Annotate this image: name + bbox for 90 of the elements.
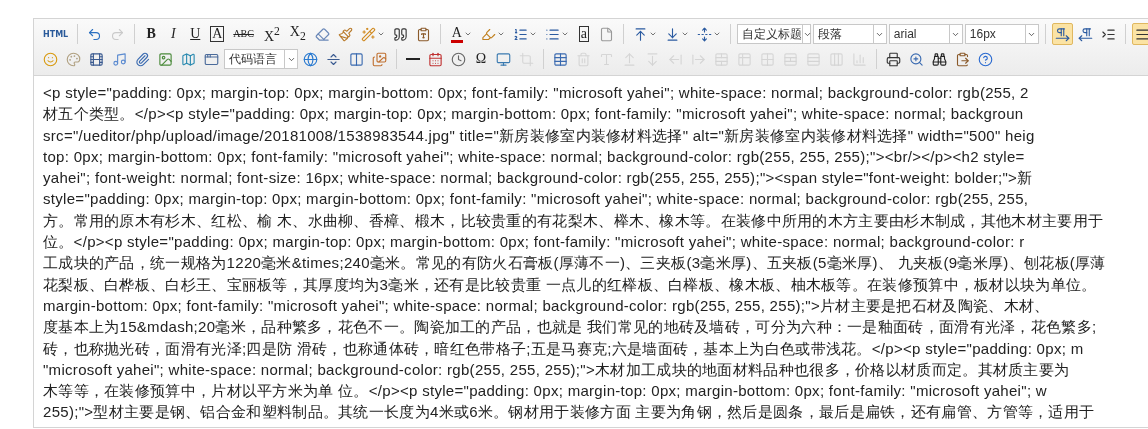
caret-icon (463, 30, 472, 38)
binoculars-icon (932, 51, 947, 67)
caret-icon (376, 30, 385, 38)
source-code-line: src="/ueditor/php/upload/image/20181008/1538983544.jpg" title="新房装修室内装修材料选择" alt="新房装修室内装修材料选择" width="500" heig (43, 125, 1036, 146)
format-button[interactable]: I (163, 23, 184, 45)
delete-table-icon (576, 51, 591, 67)
caret-icon (680, 30, 689, 38)
smiley-icon (43, 51, 58, 67)
clipboard-icon (415, 26, 431, 42)
printer-icon (886, 51, 901, 67)
source-code-line: 位。</p><p style="padding: 0px; margin-top: 0px; margin-bottom: 0px; font-family: "microsoft yahei"; white-space: normal; background-color: r (43, 232, 1026, 253)
help-icon (978, 51, 993, 67)
calendar-icon (428, 51, 443, 67)
source-code-line: 砖，也称抛光砖，面滑有光泽;四是防 滑砖，也称通体砖，暗红色带格子;五是马赛克;六是墙面砖，基本上为白色或带浅花。</p><p style="padding: 0px; m (43, 338, 1085, 359)
table-icon (553, 51, 568, 67)
align-icon (1134, 26, 1148, 42)
caret-icon (712, 30, 721, 38)
dropdown-select[interactable]: arial (888, 24, 963, 44)
merge-cells-icon (714, 51, 729, 67)
blank-page-icon (598, 26, 614, 42)
palette-icon (66, 51, 81, 67)
html-source-button[interactable]: HTML (40, 24, 72, 44)
caret-icon (528, 30, 537, 38)
quote-icon (392, 26, 408, 42)
source-code-line: 方。常用的原木有杉木、红松、榆 木、水曲柳、香樟、椴木，比较贵重的有花梨木、榉木、橡木等。在装修中所用的木方主要由杉木制成，其他木材主要用于 (43, 210, 1105, 231)
toolbar-button[interactable] (1131, 23, 1148, 45)
clock-icon (451, 51, 466, 67)
indent-icon (1100, 26, 1116, 42)
split-rows-icon (806, 51, 821, 67)
format-button[interactable]: Ω (471, 48, 491, 70)
format-button[interactable]: ABC (229, 23, 258, 45)
split-cells-icon (783, 51, 798, 67)
format-button[interactable]: U (185, 23, 206, 45)
images-icon (372, 51, 387, 67)
paperclip-icon (135, 51, 150, 67)
merge-right-icon (737, 51, 752, 67)
caret-icon (560, 30, 569, 38)
caret-icon (648, 30, 657, 38)
dropdown-select[interactable]: 16px (964, 24, 1039, 44)
dropdown-select[interactable]: 代码语言 (224, 49, 298, 69)
format-button[interactable]: X$_{2}$ (285, 23, 310, 45)
globe-icon (303, 51, 318, 67)
page-break-icon (326, 51, 341, 67)
source-code-line: margin-bottom: 0px; font-family: "microsoft yahei"; white-space: normal; background-color: rgb(255, 255, 255);">片材主要是把石材及陶瓷、木材、 (43, 295, 1051, 316)
source-code-line: style="padding: 0px; margin-top: 0px; margin-bottom: 0px; font-family: "microsoft yahei"; white-space: normal; background-color: rgb(255, 255, (43, 189, 1030, 210)
format-button[interactable]: X$^{2}$ (259, 23, 284, 45)
insert-row-icon (622, 51, 637, 67)
dropdown-select[interactable]: 段落 (812, 24, 887, 44)
source-code-line: yahei"; font-weight: normal; font-size: 16px; white-space: normal; background-color: rgb(255, 255, 255);"><span style="font-weight: bolder;">新 (43, 168, 1034, 189)
delete-row-icon (645, 51, 660, 67)
image-icon (158, 51, 173, 67)
source-code-line: 花梨板、白桦板、白杉王、宝丽板等，其厚度均为3毫米，还有是比较贵重 一点儿的红榉板、白榉板、橡木板、柚木板等。在装修预算中，板材以块为单位。 (43, 274, 1098, 295)
music-icon (112, 51, 127, 67)
format-button[interactable]: A (446, 23, 476, 45)
source-code-line: 工成块的产品，统一规格为1220毫米&times;240毫米。常见的有防火石膏板(厚薄不一)、三夹板(3毫米厚)、五夹板(5毫米厚)、 九夹板(9毫米厚)、刨花板(厚薄 (43, 253, 1107, 274)
source-code-line: 材五个类型。</p><p style="padding: 0px; margin-top: 0px; margin-bottom: 0px; font-family: "microsoft yahei"; white-space: normal; backgroun (43, 104, 1025, 125)
horizontal-line-icon (406, 58, 420, 60)
map-icon (181, 51, 196, 67)
template-icon (349, 51, 364, 67)
highlighter-icon (480, 26, 496, 42)
magic-wand-icon (360, 26, 376, 42)
dropdown-select[interactable]: 自定义标题 (736, 24, 811, 44)
source-code-line: 255);">型材主要是钢、铝合金和塑料制品。其统一长度为4米或6米。钢材用于装修方面 主要为角钢，然后是圆条，最后是扁铁，还有扁管、方管等，适用于 (43, 402, 1096, 423)
source-code-line: top: 0px; margin-bottom: 0px; font-family: "microsoft yahei"; white-space: normal; background-color: rgb(255, 255, 255);"><br/></p><h2 style= (43, 146, 1026, 167)
film-icon (89, 51, 104, 67)
clipboard-paste-icon (955, 51, 970, 67)
chart-icon (852, 51, 867, 67)
eraser-icon (314, 26, 330, 42)
source-code-line: "microsoft yahei"; white-space: normal; background-color: rgb(255, 255, 255);">木材加工成块的地面材料品种也很多，价格以材质而定。其材质主要为 (43, 359, 1071, 380)
left-to-right-icon (1054, 26, 1070, 42)
source-code-line: 度基本上为15&mdash;20毫米，品种繁多，花色不一。陶瓷加工的产品，也就是 我们常见的地砖及墙砖，可分为六种：一是釉面砖，面滑有光泽，花色繁多; (43, 317, 1098, 338)
search-icon (909, 51, 924, 67)
format-button[interactable]: B (141, 23, 162, 45)
caret-icon (496, 30, 505, 38)
ordered-list-icon (512, 26, 528, 42)
source-code-line: 木等等，在装修预算中，片材以平方米为单 位。</p><p style="padding: 0px; margin-top: 0px; margin-bottom: 0px; font-family: "microsoft yahei"; w (43, 381, 1048, 402)
right-to-left-icon (1077, 26, 1093, 42)
redo-icon (110, 26, 126, 42)
bullet-list-icon (544, 26, 560, 42)
merge-down-icon (760, 51, 775, 67)
paintbrush-icon (337, 26, 353, 42)
screenshot-icon (519, 51, 534, 67)
caption-icon (599, 51, 614, 67)
undo-icon (87, 26, 103, 42)
window-icon (204, 51, 219, 67)
format-button[interactable]: a (573, 23, 594, 45)
monitor-icon (496, 51, 511, 67)
source-code-line: <p style="padding: 0px; margin-top: 0px; margin-bottom: 0px; font-family: "microsoft yahei"; white-space: normal; background-color: rgb(255, 2 (43, 83, 1030, 103)
split-columns-icon (829, 51, 844, 67)
line-height-icon (696, 26, 712, 42)
